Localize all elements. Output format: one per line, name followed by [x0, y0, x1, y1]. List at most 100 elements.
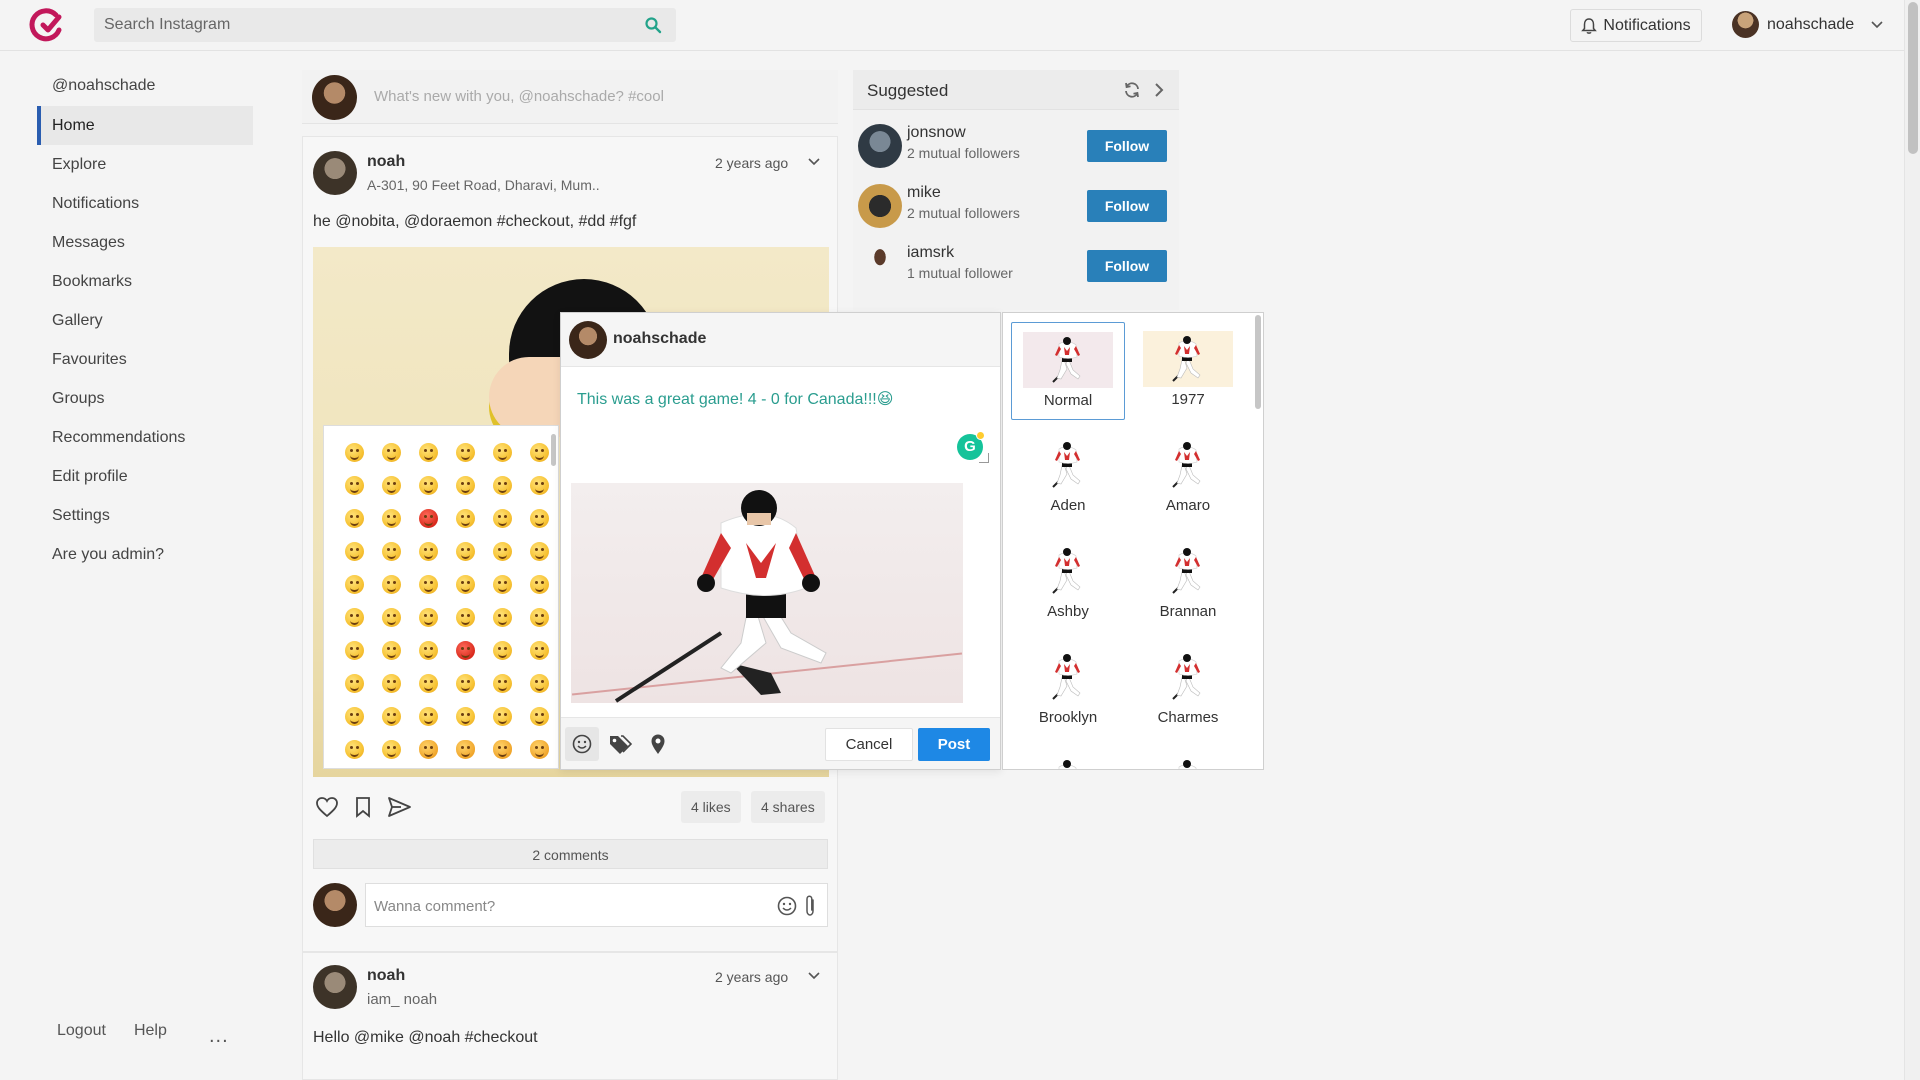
- search-input[interactable]: [94, 8, 614, 42]
- emoji-item[interactable]: [410, 469, 447, 502]
- logout-link[interactable]: Logout: [57, 1022, 106, 1040]
- emoji-item[interactable]: [336, 634, 373, 667]
- avatar[interactable]: [858, 184, 902, 228]
- emoji-item[interactable]: [484, 502, 521, 535]
- search-icon[interactable]: [644, 16, 662, 34]
- emoji-scrollbar[interactable]: [551, 434, 556, 466]
- emoji-item[interactable]: [410, 733, 447, 766]
- filter-option-brooklyn[interactable]: Brooklyn: [1011, 640, 1125, 738]
- post-author[interactable]: noah: [367, 967, 405, 985]
- post-text-input[interactable]: This was a great game! 4 - 0 for Canada!…: [577, 389, 893, 409]
- emoji-item[interactable]: [373, 733, 410, 766]
- suggested-username[interactable]: mike: [907, 184, 941, 202]
- emoji-item[interactable]: [521, 733, 558, 766]
- profile-handle-link[interactable]: @noahschade: [37, 72, 253, 99]
- sidebar-item-favourites[interactable]: Favourites: [37, 340, 253, 379]
- sidebar-item-groups[interactable]: Groups: [37, 379, 253, 418]
- emoji-item[interactable]: [521, 601, 558, 634]
- post-button[interactable]: Post: [918, 728, 990, 761]
- emoji-item[interactable]: [410, 667, 447, 700]
- emoji-item[interactable]: [410, 700, 447, 733]
- sidebar-item-admin[interactable]: Are you admin?: [37, 535, 253, 574]
- help-link[interactable]: Help: [134, 1022, 167, 1040]
- chevron-down-icon[interactable]: [807, 157, 821, 167]
- emoji-item[interactable]: [447, 601, 484, 634]
- emoji-item[interactable]: [373, 502, 410, 535]
- resize-handle[interactable]: [979, 453, 989, 463]
- chevron-down-icon[interactable]: [807, 971, 821, 981]
- sidebar-item-gallery[interactable]: Gallery: [37, 301, 253, 340]
- emoji-item[interactable]: [336, 436, 373, 469]
- emoji-item[interactable]: [373, 436, 410, 469]
- emoji-item[interactable]: [484, 733, 521, 766]
- chevron-right-icon[interactable]: [1153, 81, 1165, 99]
- emoji-item[interactable]: [484, 535, 521, 568]
- emoji-item[interactable]: [373, 667, 410, 700]
- emoji-item[interactable]: [336, 535, 373, 568]
- emoji-button[interactable]: [565, 727, 599, 761]
- emoji-item[interactable]: [336, 700, 373, 733]
- emoji-item[interactable]: [447, 700, 484, 733]
- sidebar-item-bookmarks[interactable]: Bookmarks: [37, 262, 253, 301]
- emoji-item[interactable]: [410, 535, 447, 568]
- emoji-item[interactable]: [521, 700, 558, 733]
- follow-button[interactable]: Follow: [1087, 190, 1167, 222]
- filter-option-aden[interactable]: Aden: [1011, 428, 1125, 526]
- location-button[interactable]: [641, 727, 675, 761]
- emoji-item[interactable]: [447, 568, 484, 601]
- emoji-item[interactable]: [521, 469, 558, 502]
- emoji-item[interactable]: [447, 502, 484, 535]
- emoji-item[interactable]: [484, 667, 521, 700]
- suggested-username[interactable]: iamsrk: [907, 244, 954, 262]
- emoji-item[interactable]: [410, 436, 447, 469]
- heart-icon[interactable]: [314, 794, 340, 820]
- post-composer[interactable]: What's new with you, @noahschade? #cool: [302, 70, 838, 124]
- page-scrollbar[interactable]: [1904, 0, 1920, 1080]
- post-image-preview[interactable]: [571, 483, 963, 703]
- emoji-item[interactable]: [484, 634, 521, 667]
- sidebar-item-explore[interactable]: Explore: [37, 145, 253, 184]
- post-author[interactable]: noah: [367, 153, 405, 171]
- avatar[interactable]: [313, 151, 357, 195]
- emoji-item[interactable]: [336, 469, 373, 502]
- filter-option-charmes[interactable]: Charmes: [1131, 640, 1245, 738]
- emoji-item[interactable]: [484, 700, 521, 733]
- emoji-item[interactable]: [521, 502, 558, 535]
- composer-placeholder[interactable]: What's new with you, @noahschade? #cool: [374, 88, 664, 105]
- emoji-item[interactable]: [373, 469, 410, 502]
- emoji-item[interactable]: [336, 568, 373, 601]
- avatar[interactable]: [313, 965, 357, 1009]
- filter-option-brannan[interactable]: Brannan: [1131, 534, 1245, 632]
- emoji-item[interactable]: [373, 535, 410, 568]
- emoji-item[interactable]: [410, 502, 447, 535]
- comments-toggle[interactable]: 2 comments: [313, 839, 828, 869]
- emoji-item[interactable]: [521, 535, 558, 568]
- filter-option-normal[interactable]: Normal: [1011, 322, 1125, 420]
- sidebar-item-settings[interactable]: Settings: [37, 496, 253, 535]
- suggested-username[interactable]: jonsnow: [907, 124, 966, 142]
- user-menu[interactable]: noahschade: [1732, 11, 1884, 38]
- share-icon[interactable]: [386, 794, 412, 820]
- filter-option-ashby[interactable]: Ashby: [1011, 534, 1125, 632]
- emoji-item[interactable]: [410, 601, 447, 634]
- sidebar-item-home[interactable]: Home: [37, 106, 253, 145]
- post-location[interactable]: A-301, 90 Feet Road, Dharavi, Mum..: [367, 177, 600, 193]
- post-location[interactable]: iam_ noah: [367, 991, 437, 1008]
- emoji-item[interactable]: [447, 667, 484, 700]
- avatar[interactable]: [858, 124, 902, 168]
- scrollbar-thumb[interactable]: [1908, 2, 1918, 154]
- filter-option-amaro[interactable]: Amaro: [1131, 428, 1245, 526]
- bookmark-icon[interactable]: [350, 794, 376, 820]
- emoji-item[interactable]: [484, 601, 521, 634]
- filter-option[interactable]: [1011, 746, 1125, 769]
- emoji-item[interactable]: [447, 436, 484, 469]
- filter-scrollbar[interactable]: [1255, 315, 1261, 409]
- sidebar-item-edit-profile[interactable]: Edit profile: [37, 457, 253, 496]
- filter-option[interactable]: [1131, 746, 1245, 769]
- emoji-item[interactable]: [484, 568, 521, 601]
- emoji-item[interactable]: [521, 634, 558, 667]
- cancel-button[interactable]: Cancel: [825, 728, 913, 761]
- emoji-item[interactable]: [484, 436, 521, 469]
- emoji-item[interactable]: [521, 568, 558, 601]
- emoji-item[interactable]: [336, 667, 373, 700]
